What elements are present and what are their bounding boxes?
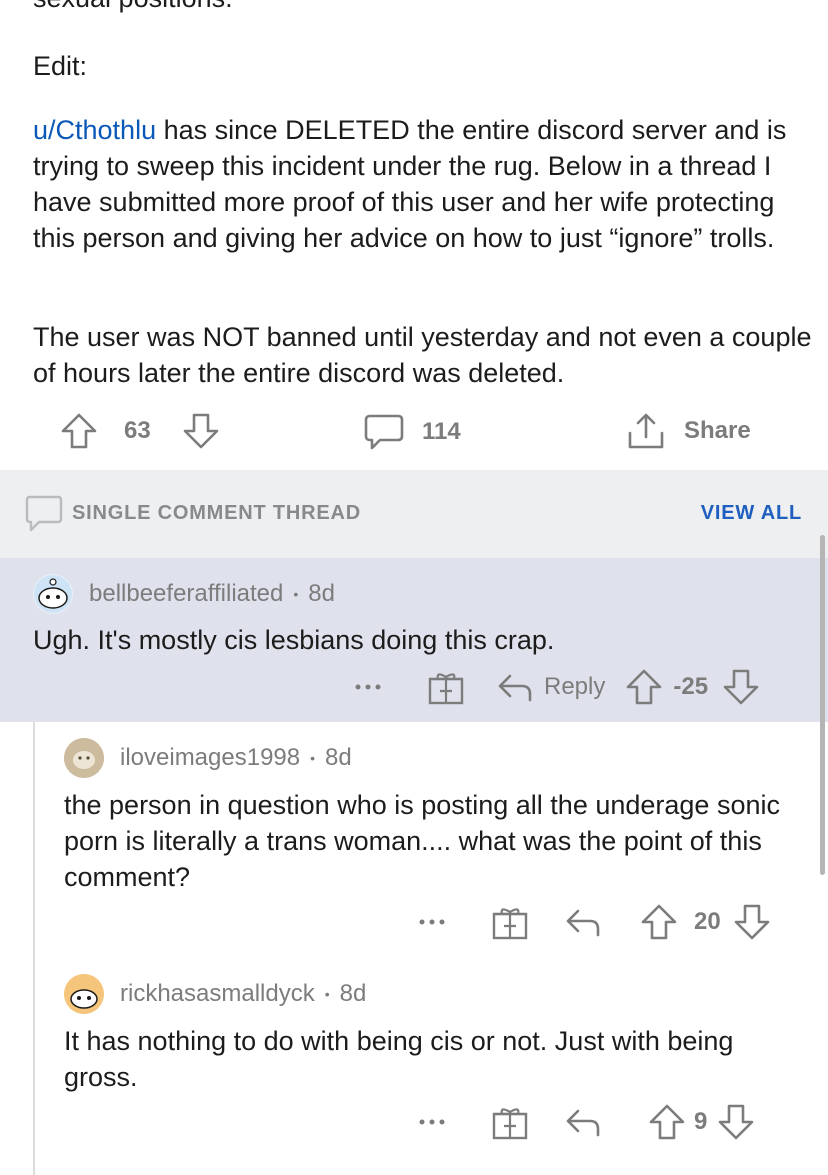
reply-arrow-icon	[498, 674, 532, 702]
comment-age: 8d	[308, 580, 335, 607]
comment-age: 8d	[325, 744, 352, 771]
comment-text: the person in question who is posting al…	[64, 790, 780, 892]
comment-vote-count: -25	[673, 673, 709, 700]
avatar[interactable]	[64, 738, 104, 778]
single-comment-thread-header: SINGLE COMMENT THREAD VIEW ALL	[0, 470, 828, 558]
meta-separator: •	[293, 586, 299, 602]
gift-box-icon[interactable]	[490, 1102, 530, 1142]
comment-actions: 20	[414, 902, 771, 942]
comment-vote-count: 9	[694, 1108, 708, 1135]
post-action-bar: 63 114 Share	[0, 405, 828, 455]
post-edit-label: Edit:	[33, 51, 88, 81]
comment-text: Ugh. It's mostly cis lesbians doing this…	[33, 625, 555, 655]
reply-label: Reply	[544, 673, 606, 700]
arrow-up-outline-icon[interactable]	[625, 668, 663, 706]
meta-separator: •	[310, 750, 316, 766]
post-text-partial-line: sexual positions.	[33, 0, 233, 16]
snoo-avatar-icon	[34, 575, 72, 613]
arrow-up-outline-icon[interactable]	[640, 903, 678, 941]
speech-bubble-icon	[364, 414, 404, 450]
reply-arrow-icon[interactable]	[564, 903, 602, 941]
arrow-down-outline-icon	[183, 413, 219, 449]
post-upvote-button[interactable]	[60, 412, 98, 450]
comment-vote-count: 20	[694, 908, 721, 935]
post-share-button[interactable]: Share	[626, 411, 751, 451]
arrow-down-outline-icon[interactable]	[717, 1103, 755, 1141]
comment-meta: iloveimages1998 • 8d	[64, 738, 352, 778]
post-downvote-button[interactable]	[182, 412, 220, 450]
comment-age: 8d	[339, 980, 367, 1007]
comment-actions: 9	[414, 1102, 755, 1142]
arrow-down-outline-icon[interactable]	[722, 668, 760, 706]
reply-arrow-icon[interactable]	[564, 1103, 602, 1141]
comment-meta: rickhasasmalldyck • 8d	[64, 974, 366, 1014]
user-photo-avatar-icon	[64, 738, 104, 778]
view-all-link[interactable]: VIEW ALL	[701, 502, 802, 525]
post-comments-button[interactable]: 114	[364, 412, 461, 452]
comment-actions: Reply -25	[350, 667, 760, 707]
post-paragraph-1: u/Cthothlu has since DELETED the entire …	[33, 112, 813, 256]
avatar[interactable]	[33, 574, 73, 614]
comment-meta: bellbeeferaffiliated • 8d	[33, 574, 335, 614]
share-upload-icon	[628, 413, 664, 449]
gift-box-icon[interactable]	[490, 902, 530, 942]
snoo-avatar-icon	[64, 974, 104, 1014]
comment-username[interactable]: bellbeeferaffiliated	[89, 580, 283, 608]
gift-box-icon[interactable]	[426, 667, 466, 707]
post-comment-count: 114	[422, 418, 461, 445]
meta-separator: •	[324, 986, 330, 1002]
user-mention-link[interactable]: u/Cthothlu	[33, 115, 156, 145]
avatar[interactable]	[64, 974, 104, 1014]
share-label: Share	[684, 417, 751, 444]
ellipsis-icon[interactable]	[414, 904, 450, 940]
comment-text: It has nothing to do with being cis or n…	[64, 1026, 734, 1092]
comment-username[interactable]: rickhasasmalldyck	[120, 980, 315, 1008]
reply-button[interactable]: Reply	[496, 668, 605, 706]
speech-bubble-icon	[25, 495, 63, 532]
ellipsis-icon[interactable]	[414, 1104, 450, 1140]
post-paragraph-2: The user was NOT banned until yesterday …	[33, 322, 812, 388]
ellipsis-icon[interactable]	[350, 669, 386, 705]
arrow-up-outline-icon	[61, 413, 97, 449]
scrollbar[interactable]	[820, 535, 825, 875]
post-vote-count: 63	[124, 417, 151, 444]
comment-username[interactable]: iloveimages1998	[120, 744, 300, 772]
arrow-down-outline-icon[interactable]	[733, 903, 771, 941]
arrow-up-outline-icon[interactable]	[648, 1103, 686, 1141]
thread-indent-line[interactable]	[33, 722, 35, 1175]
thread-title: SINGLE COMMENT THREAD	[72, 502, 362, 524]
